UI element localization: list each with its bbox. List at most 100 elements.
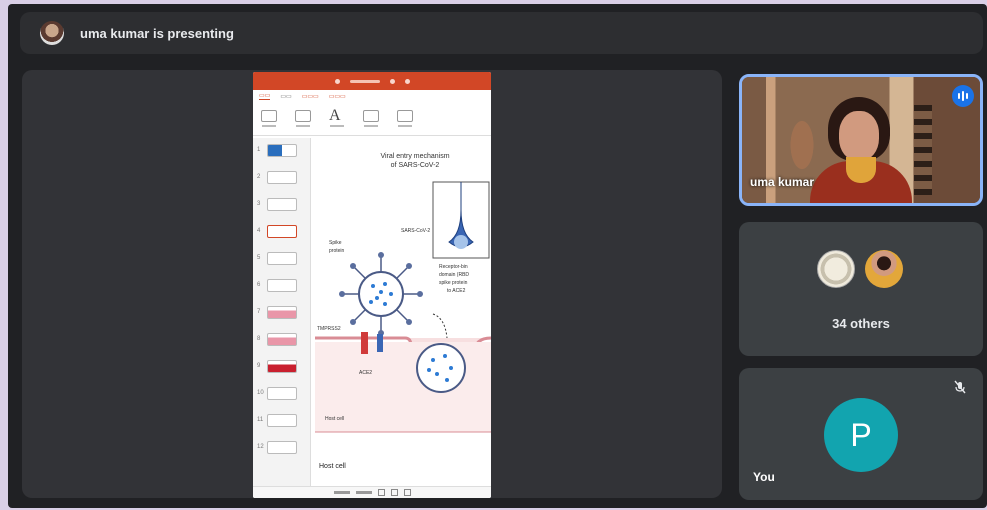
ppt-tabs: ▭▭ ▭▭ ▭▭▭ ▭▭▭: [253, 90, 491, 102]
slide-footer: Host cell: [319, 463, 346, 470]
shared-screen: ▭▭ ▭▭ ▭▭▭ ▭▭▭ A 1 2 3 4 5 6 7 8 9 10 11 12 Viral en…: [253, 72, 491, 498]
ppt-status-bar: [253, 486, 491, 498]
thumbnail-preview: [267, 224, 297, 238]
presenter-avatar: [40, 21, 64, 45]
more-icon: [404, 78, 410, 84]
slide-thumbnail[interactable]: 8: [257, 331, 307, 347]
label-rbd3: spike protein: [439, 280, 468, 286]
video-person-face: [839, 111, 879, 161]
label-rbd4: to ACE2: [447, 288, 466, 294]
ppt-title-bar: [253, 72, 491, 90]
thumbnail-number: 4: [257, 228, 261, 234]
ppt-body: 1 2 3 4 5 6 7 8 9 10 11 12 Viral entry mechanism of…: [253, 138, 491, 486]
thumbnail-preview: [267, 251, 297, 265]
undo-icon: [334, 78, 340, 84]
paragraph-icon: [363, 110, 379, 122]
presentation-stage[interactable]: ▭▭ ▭▭ ▭▭▭ ▭▭▭ A 1 2 3 4 5 6 7 8 9 10 11 12 Viral en…: [22, 70, 722, 498]
thumbnail-preview: [267, 413, 297, 427]
thumbnail-preview: [267, 359, 297, 373]
slide-thumbnails: 1 2 3 4 5 6 7 8 9 10 11 12: [253, 138, 311, 486]
others-tile[interactable]: 34 others: [739, 222, 983, 356]
meet-window: uma kumar is presenting ▭▭ ▭▭ ▭▭▭ ▭▭▭ A: [8, 4, 987, 508]
others-count: 34 others: [832, 316, 890, 331]
thumbnail-preview: [267, 305, 297, 319]
slide-thumbnail[interactable]: 12: [257, 439, 307, 455]
paste-icon: [261, 110, 277, 122]
slide-thumbnail[interactable]: 10: [257, 385, 307, 401]
ppt-title-placeholder: [349, 79, 380, 83]
sorter-view-icon[interactable]: [390, 489, 398, 496]
speaking-indicator-icon: [952, 85, 974, 107]
label-host-cell: Host cell: [325, 416, 344, 422]
font-icon: A: [329, 107, 341, 124]
tab-comments-placeholder: ▭▭▭: [328, 93, 346, 100]
thumbnail-preview: [267, 143, 297, 157]
presenting-text: uma kumar is presenting: [80, 25, 234, 41]
thumbnail-number: 3: [257, 201, 261, 207]
slide-thumbnail[interactable]: 1: [257, 142, 307, 158]
current-slide: Viral entry mechanism of SARS-CoV-2 SARS…: [315, 138, 491, 486]
reading-view-icon[interactable]: [403, 489, 411, 496]
thumbnail-number: 11: [257, 417, 264, 423]
slide-thumbnail[interactable]: 11: [257, 412, 307, 428]
label-ace2: ACE2: [359, 370, 372, 376]
thumbnail-preview: [267, 170, 297, 184]
thumbnail-preview: [267, 386, 297, 400]
label-rbd2: domain (RBD: [439, 272, 469, 278]
label-rbd1: Receptor-bin: [439, 264, 468, 270]
ace2-protein: [377, 334, 383, 352]
self-tile[interactable]: P You: [739, 368, 983, 500]
other-avatar-2: [865, 250, 903, 288]
virus-particle: [339, 252, 423, 336]
thumbnail-preview: [267, 197, 297, 211]
slide-title-1: Viral entry mechanism: [380, 153, 449, 160]
label-spike2: protein: [329, 248, 345, 254]
ribbon-slides: [295, 110, 311, 127]
label-spike1: Spike: [329, 240, 342, 246]
slide-thumbnail[interactable]: 5: [257, 250, 307, 266]
video-person-scarf: [846, 157, 876, 183]
slide-diagram: Viral entry mechanism of SARS-CoV-2 SARS…: [315, 153, 491, 470]
thumbnail-number: 5: [257, 255, 261, 261]
slide-thumbnail[interactable]: 9: [257, 358, 307, 374]
thumbnail-number: 8: [257, 336, 261, 342]
presenting-banner: uma kumar is presenting: [20, 12, 983, 54]
tab-tell-placeholder: ▭▭: [280, 93, 292, 100]
endosome: [416, 343, 466, 393]
slide-thumbnail[interactable]: 4: [257, 223, 307, 239]
label-virus: SARS-CoV-2: [401, 228, 430, 234]
ribbon-font: A: [329, 107, 345, 127]
thumbnail-number: 2: [257, 174, 261, 180]
participant-name: uma kumar: [750, 175, 815, 189]
thumbnail-number: 9: [257, 363, 261, 369]
find-icon: [397, 110, 413, 122]
tab-share-placeholder: ▭▭▭: [301, 93, 319, 100]
slide-thumbnail[interactable]: 3: [257, 196, 307, 212]
thumbnail-preview: [267, 278, 297, 292]
ribbon-paragraph: [363, 110, 379, 127]
ribbon-find: [397, 110, 413, 127]
inset-rbd: [454, 235, 468, 249]
thumbnail-number: 12: [257, 444, 264, 450]
slide-thumbnail[interactable]: 7: [257, 304, 307, 320]
ppt-ribbon: A: [253, 102, 491, 136]
share-icon: [389, 78, 395, 84]
label-tmprss2: TMPRSS2: [317, 326, 341, 332]
mic-off-icon: [953, 380, 969, 396]
thumbnail-number: 6: [257, 282, 261, 288]
self-avatar: P: [824, 398, 898, 472]
slide-thumbnail[interactable]: 6: [257, 277, 307, 293]
slide-thumbnail[interactable]: 2: [257, 169, 307, 185]
ribbon-paste: [261, 110, 277, 127]
thumbnail-preview: [267, 440, 297, 454]
tmprss2-protein: [361, 332, 368, 354]
thumbnail-number: 7: [257, 309, 261, 315]
slides-icon: [295, 110, 311, 122]
normal-view-icon[interactable]: [377, 489, 385, 496]
thumbnail-number: 10: [257, 390, 264, 396]
slide-title-2: of SARS-CoV-2: [391, 162, 440, 169]
participant-tile-uma[interactable]: uma kumar: [739, 74, 983, 206]
thumbnail-number: 1: [257, 147, 261, 153]
thumbnail-preview: [267, 332, 297, 346]
tab-home-placeholder: ▭▭: [259, 93, 271, 100]
